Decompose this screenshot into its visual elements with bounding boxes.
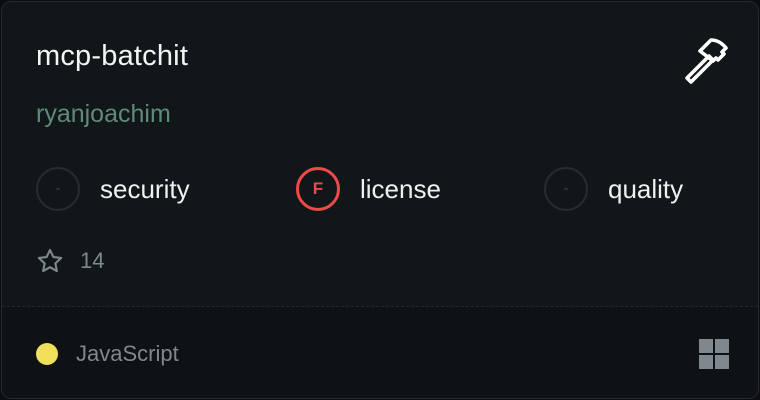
star-icon xyxy=(37,248,63,273)
hammer-icon xyxy=(685,38,728,84)
security-score: - security xyxy=(36,164,190,214)
language-name: JavaScript xyxy=(76,341,179,366)
card-footer: JavaScript xyxy=(2,307,758,398)
score-row: - security F license - quality xyxy=(2,164,758,214)
license-label: license xyxy=(360,173,441,204)
security-grade-badge: - xyxy=(36,167,80,211)
star-count: 14 xyxy=(80,248,105,273)
quality-score: - quality xyxy=(544,164,683,214)
language-info: JavaScript xyxy=(36,341,179,367)
security-label: security xyxy=(100,173,190,204)
license-grade-badge: F xyxy=(296,167,340,211)
server-card[interactable]: mcp-batchit ryanjoachim - security F lic… xyxy=(1,1,759,399)
server-name[interactable]: mcp-batchit xyxy=(36,40,188,73)
license-score: F license xyxy=(296,164,441,214)
quality-label: quality xyxy=(608,173,684,204)
windows-icon xyxy=(699,339,729,369)
language-color-dot xyxy=(36,343,58,365)
star-info: 14 xyxy=(36,246,104,276)
author-name[interactable]: ryanjoachim xyxy=(36,100,171,129)
quality-grade-badge: - xyxy=(544,167,588,211)
